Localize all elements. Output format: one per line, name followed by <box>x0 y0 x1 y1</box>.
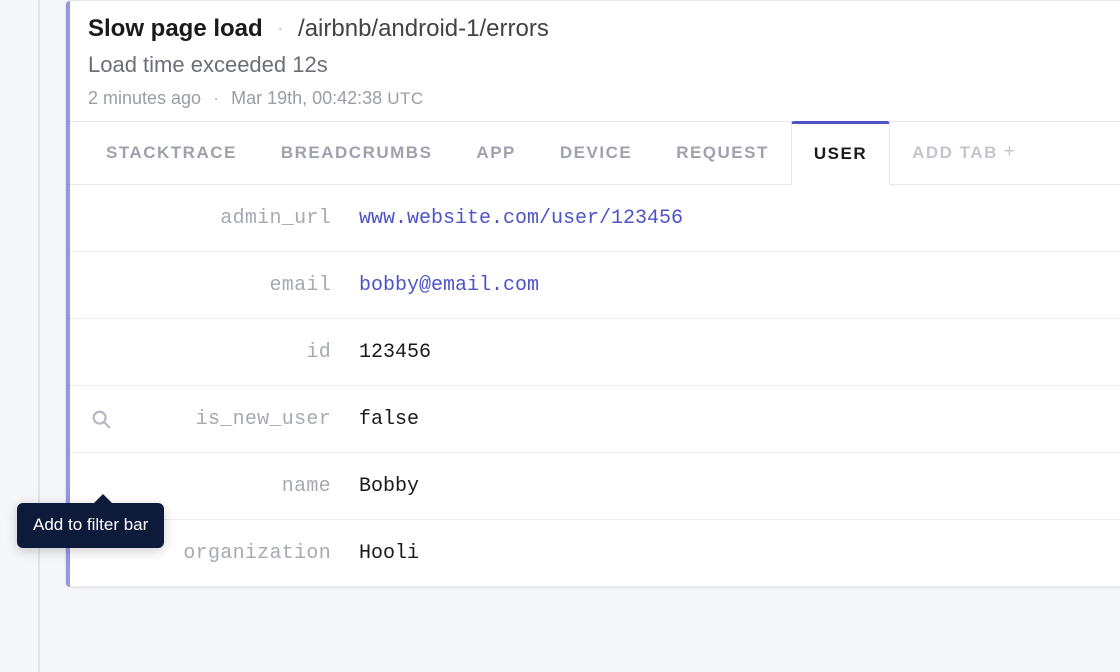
data-row-organization: organization Hooli <box>66 520 1120 587</box>
meta-separator: · <box>213 88 219 109</box>
data-value: false <box>359 408 1100 431</box>
tab-device[interactable]: DEVICE <box>538 122 654 184</box>
error-title: Slow page load <box>88 14 263 44</box>
data-value: Hooli <box>359 542 1100 565</box>
tab-user[interactable]: USER <box>791 121 890 185</box>
title-separator: · <box>277 14 284 42</box>
data-key: is_new_user <box>136 408 331 431</box>
add-tab-label: ADD TAB <box>912 143 998 163</box>
title-line: Slow page load · /airbnb/android-1/error… <box>88 14 1100 44</box>
tab-stacktrace[interactable]: STACKTRACE <box>84 122 259 184</box>
filter-tooltip: Add to filter bar <box>17 503 164 548</box>
data-key: organization <box>136 542 331 565</box>
data-row-name: name Bobby <box>66 453 1120 520</box>
tab-breadcrumbs[interactable]: BREADCRUMBS <box>259 122 455 184</box>
error-meta: 2 minutes ago · Mar 19th, 00:42:38 UTC <box>88 88 1100 109</box>
data-row-id: id 123456 <box>66 319 1120 386</box>
user-data-table: admin_url www.website.com/user/123456 em… <box>66 185 1120 587</box>
row-icon-slot <box>66 408 136 430</box>
data-key: id <box>136 341 331 364</box>
relative-time: 2 minutes ago <box>88 88 201 109</box>
data-value-link[interactable]: www.website.com/user/123456 <box>359 207 1100 230</box>
card-accent-bar <box>66 1 70 587</box>
data-key: name <box>136 475 331 498</box>
tab-request[interactable]: REQUEST <box>654 122 791 184</box>
error-path: /airbnb/android-1/errors <box>298 14 549 44</box>
error-card: Slow page load · /airbnb/android-1/error… <box>65 0 1120 588</box>
absolute-time: Mar 19th, 00:42:38 <box>231 88 382 108</box>
search-icon[interactable] <box>90 408 112 430</box>
card-header: Slow page load · /airbnb/android-1/error… <box>66 1 1120 121</box>
data-value-link[interactable]: bobby@email.com <box>359 274 1100 297</box>
tab-bar: STACKTRACE BREADCRUMBS APP DEVICE REQUES… <box>66 121 1120 185</box>
timezone-label: UTC <box>387 89 423 108</box>
data-value: Bobby <box>359 475 1100 498</box>
timeline-rule <box>38 0 40 672</box>
data-value: 123456 <box>359 341 1100 364</box>
tab-app[interactable]: APP <box>454 122 537 184</box>
data-row-email: email bobby@email.com <box>66 252 1120 319</box>
data-row-is-new-user: is_new_user false <box>66 386 1120 453</box>
data-key: email <box>136 274 331 297</box>
error-description: Load time exceeded 12s <box>88 52 1100 78</box>
data-key: admin_url <box>136 207 331 230</box>
tab-add[interactable]: ADD TAB + <box>890 122 1038 184</box>
plus-icon: + <box>1004 141 1017 163</box>
data-row-admin-url: admin_url www.website.com/user/123456 <box>66 185 1120 252</box>
